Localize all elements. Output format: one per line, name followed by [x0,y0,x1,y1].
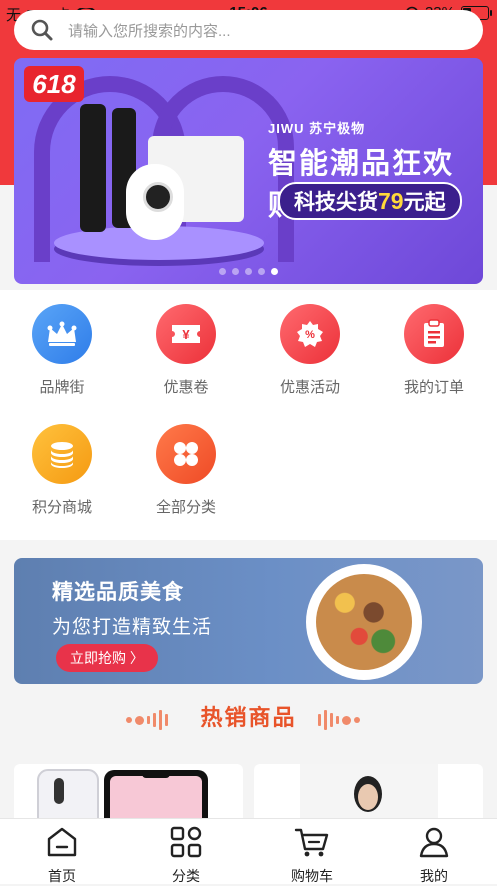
title-decoration-right [318,710,360,730]
search-placeholder: 请输入您所搜索的内容... [68,22,231,40]
smart-camera-image [126,164,184,240]
discount-icon: % [280,304,340,364]
coupon-icon: ¥ [156,304,216,364]
buy-now-button[interactable]: 立即抢购 〉 [56,644,158,672]
category-all[interactable]: 全部分类 [136,424,236,517]
grid-icon [156,424,216,484]
category-coupons[interactable]: ¥ 优惠卷 [136,304,236,397]
svg-text:%: % [305,329,315,341]
hot-products-header: 热销商品 [0,700,497,732]
cart-icon [294,828,329,857]
food-promo-banner[interactable]: 精选品质美食 为您打造精致生活 立即抢购 〉 [14,558,483,684]
promo-carousel[interactable]: 618 JIWU 苏宁极物 智能潮品狂欢购 科技尖货79元起 [14,58,483,284]
category-my-orders[interactable]: 我的订单 [384,304,484,397]
tab-category[interactable]: 分类 [146,825,226,886]
carousel-dot[interactable] [232,268,239,275]
search-icon [31,19,53,41]
category-brand-street[interactable]: 品牌街 [12,304,112,397]
carousel-dot[interactable] [258,268,265,275]
hot-products-title: 热销商品 [200,705,297,730]
food-image [316,574,412,670]
tab-home[interactable]: 首页 [22,825,102,886]
coins-icon [32,424,92,484]
carousel-indicator [219,268,278,275]
order-icon [404,304,464,364]
home-icon [47,827,77,857]
carousel-dot[interactable] [245,268,252,275]
user-icon [419,827,449,858]
carousel-dot[interactable] [219,268,226,275]
search-bar[interactable]: 请输入您所搜索的内容... [14,10,483,50]
smart-lock-image [80,104,106,232]
promo-title: 精选品质美食 [52,581,184,604]
category-grid: 品牌街 ¥ 优惠卷 % 优惠活动 我的订单 积分商城 全部分类 [0,290,497,540]
title-decoration-left [126,710,168,730]
promo-subtitle: 为您打造精致生活 [52,617,213,638]
tab-me[interactable]: 我的 [394,825,474,886]
banner-tagline: 科技尖货79元起 [278,182,462,220]
618-badge: 618 [24,66,84,102]
category-promotions[interactable]: % 优惠活动 [260,304,360,397]
category-points-mall[interactable]: 积分商城 [12,424,112,517]
svg-text:¥: ¥ [182,327,190,342]
carousel-dot-active[interactable] [271,268,278,275]
tab-cart[interactable]: 购物车 [272,825,352,886]
bottom-tab-bar: 首页 分类 购物车 我的 [0,818,497,884]
crown-icon [32,304,92,364]
category-icon [170,826,202,858]
banner-brand: JIWU 苏宁极物 [268,121,366,136]
